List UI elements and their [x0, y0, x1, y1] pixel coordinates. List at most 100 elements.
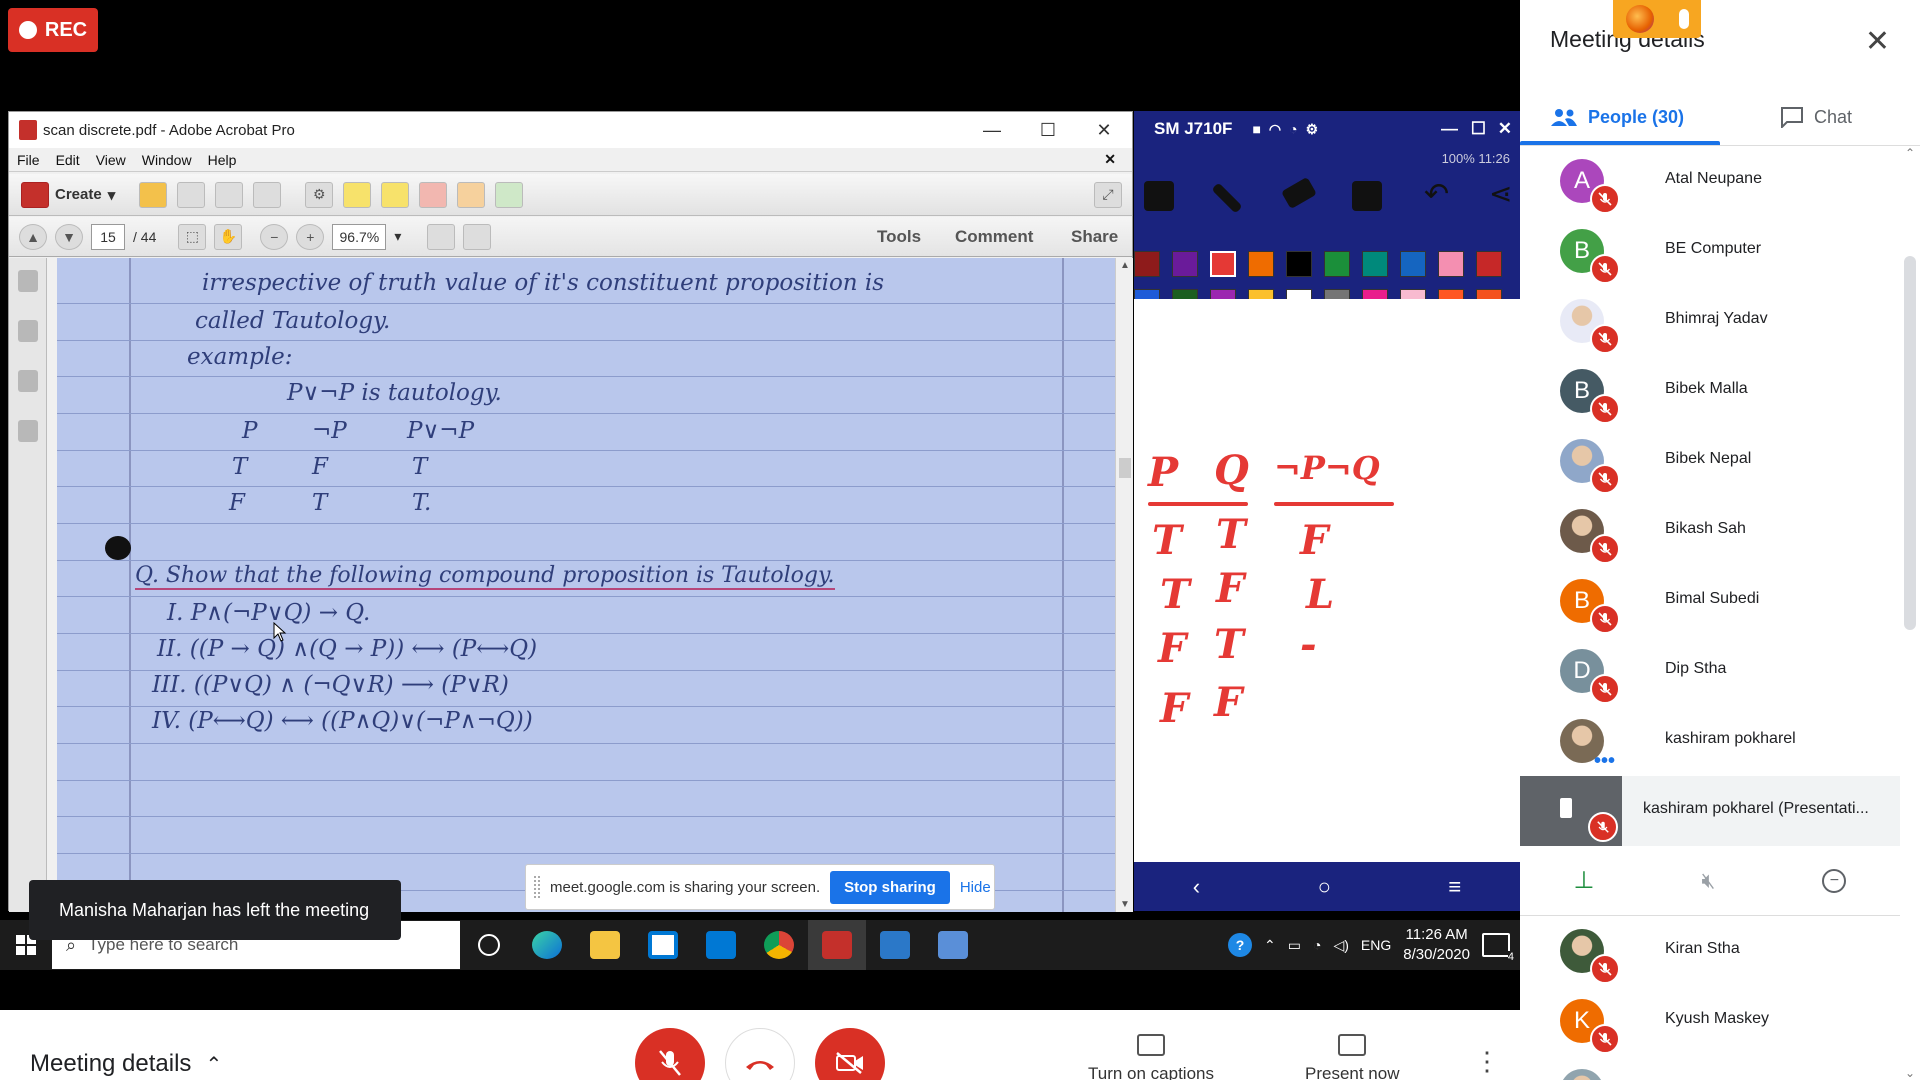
save-icon[interactable]	[1352, 181, 1382, 211]
menu-icon[interactable]: ≡	[1448, 874, 1461, 900]
remove-icon[interactable]: −	[1822, 868, 1847, 893]
menu-file[interactable]: File	[17, 152, 40, 168]
email-icon[interactable]	[253, 181, 282, 208]
language-indicator[interactable]: ENG	[1361, 937, 1391, 953]
participant-row[interactable]: Laxhan Wagle	[1520, 1056, 1900, 1080]
color-swatch[interactable]	[1134, 251, 1160, 277]
color-swatch[interactable]	[1286, 251, 1312, 277]
next-page-icon[interactable]: ▼	[55, 223, 83, 250]
highlight-icon[interactable]	[381, 181, 410, 208]
maximize-icon[interactable]: ☐	[1020, 112, 1076, 148]
camera-toggle-button[interactable]	[815, 1028, 885, 1080]
file-explorer-icon[interactable]	[576, 920, 634, 970]
back-icon[interactable]: ‹	[1193, 874, 1200, 900]
expand-icon[interactable]: ⤢	[1094, 181, 1122, 208]
hand-tool-icon[interactable]: ✋	[214, 223, 243, 250]
open-folder-icon[interactable]	[139, 181, 168, 208]
delete-page-icon[interactable]	[419, 181, 448, 208]
comment-icon[interactable]	[343, 181, 372, 208]
zoom-dropdown-icon[interactable]: ▾	[394, 228, 401, 245]
page-number-input[interactable]: 15	[91, 223, 125, 250]
insert-page-icon[interactable]	[495, 181, 524, 208]
meeting-details-button[interactable]: Meeting details ⌃	[30, 1050, 222, 1078]
scroll-down-icon[interactable]: ▼	[1120, 899, 1130, 910]
minimize-icon[interactable]: —	[964, 112, 1020, 148]
unpin-icon[interactable]: ⊥	[1574, 866, 1595, 895]
participant-row[interactable]: K Kyush Maskey	[1520, 986, 1900, 1056]
zoom-in-icon[interactable]: +	[296, 223, 325, 250]
select-tool-icon[interactable]: ⬚	[178, 223, 207, 250]
share-icon[interactable]: ⋖	[1489, 177, 1512, 210]
zoom-level-input[interactable]: 96.7%	[332, 223, 387, 250]
color-swatch[interactable]	[1324, 251, 1350, 277]
color-swatch[interactable]	[1172, 251, 1198, 277]
document-close-icon[interactable]: ✕	[1104, 151, 1116, 168]
print-icon[interactable]	[215, 181, 244, 208]
scroll-down-icon[interactable]: ⌄	[1905, 1066, 1915, 1080]
participant-row[interactable]: Bibek Nepal	[1520, 426, 1900, 496]
menu-view[interactable]: View	[96, 152, 126, 168]
participant-row[interactable]: Bikash Sah	[1520, 496, 1900, 566]
presentation-row[interactable]: kashiram pokharel (Presentati...	[1520, 776, 1900, 846]
scroll-thumb[interactable]	[1119, 458, 1131, 478]
volume-icon[interactable]: ◁)	[1333, 937, 1348, 954]
tab-people[interactable]: People (30)	[1550, 92, 1720, 142]
color-swatch-selected[interactable]	[1210, 251, 1236, 277]
participant-row[interactable]: A Atal Neupane	[1520, 146, 1900, 216]
participant-row[interactable]: Bhimraj Yadav	[1520, 286, 1900, 356]
phone-app-icon[interactable]	[924, 920, 982, 970]
attachment-icon[interactable]	[18, 370, 38, 392]
trash-icon[interactable]	[1144, 181, 1174, 211]
mic-toggle-button[interactable]	[635, 1028, 705, 1080]
settings-icon[interactable]: ⚙	[1306, 121, 1319, 138]
participant-row[interactable]: Kiran Stha	[1520, 916, 1900, 986]
panel-scrollbar[interactable]: ⌃ ⌄	[1900, 146, 1920, 1080]
clock[interactable]: 11:26 AM 8/30/2020	[1403, 925, 1470, 965]
color-swatch[interactable]	[1476, 251, 1502, 277]
battery-icon[interactable]: ▭	[1288, 937, 1301, 954]
menu-help[interactable]: Help	[208, 152, 237, 168]
settings-icon[interactable]: ⚙	[305, 181, 334, 208]
zoom-out-icon[interactable]: −	[260, 223, 289, 250]
store-icon[interactable]	[634, 920, 692, 970]
chrome-icon[interactable]	[750, 920, 808, 970]
phone-maximize-icon[interactable]: ☐	[1471, 119, 1486, 139]
participant-row[interactable]: B Bimal Subedi	[1520, 566, 1900, 636]
hide-button[interactable]: Hide	[960, 879, 991, 896]
document-scrollbar[interactable]: ▲ ▼	[1115, 258, 1133, 912]
fit-width-icon[interactable]	[463, 223, 492, 250]
participant-row[interactable]: D Dip Stha	[1520, 636, 1900, 706]
scroll-up-icon[interactable]: ▲	[1120, 260, 1130, 271]
comment-link[interactable]: Comment	[955, 217, 1033, 257]
present-now-button[interactable]: Present now	[1305, 1034, 1400, 1080]
participant-row[interactable]: B Bibek Malla	[1520, 356, 1900, 426]
stop-sharing-button[interactable]: Stop sharing	[830, 870, 950, 904]
home-icon[interactable]: ○	[1318, 874, 1331, 900]
leave-call-button[interactable]	[725, 1028, 795, 1080]
close-panel-icon[interactable]: ✕	[1865, 24, 1890, 59]
edge-icon[interactable]	[518, 920, 576, 970]
color-swatch[interactable]	[1248, 251, 1274, 277]
fit-page-icon[interactable]	[427, 223, 456, 250]
extract-page-icon[interactable]	[457, 181, 486, 208]
bookmarks-icon[interactable]	[18, 320, 38, 342]
create-button[interactable]: Create ▾	[21, 181, 115, 208]
help-icon[interactable]: ?	[1228, 933, 1253, 957]
tools-link[interactable]: Tools	[877, 217, 921, 257]
pages-panel-icon[interactable]	[18, 270, 38, 292]
signature-icon[interactable]	[18, 420, 38, 442]
undo-icon[interactable]: ↶	[1424, 177, 1449, 212]
color-swatch[interactable]	[1400, 251, 1426, 277]
notification-icon[interactable]: 4	[1482, 933, 1514, 963]
menu-window[interactable]: Window	[142, 152, 192, 168]
previous-page-icon[interactable]: ▲	[19, 223, 47, 250]
menu-edit[interactable]: Edit	[56, 152, 80, 168]
whiteboard-canvas[interactable]: P Q ¬P¬Q T T F T F L F T - F F	[1134, 299, 1520, 862]
color-swatch[interactable]	[1438, 251, 1464, 277]
save-icon[interactable]	[177, 181, 206, 208]
close-icon[interactable]: ✕	[1076, 112, 1132, 148]
drag-handle-icon[interactable]	[534, 876, 540, 898]
chevron-up-icon[interactable]: ⌃	[1264, 937, 1276, 954]
app-window-icon[interactable]	[866, 920, 924, 970]
scroll-up-icon[interactable]: ⌃	[1905, 146, 1915, 160]
